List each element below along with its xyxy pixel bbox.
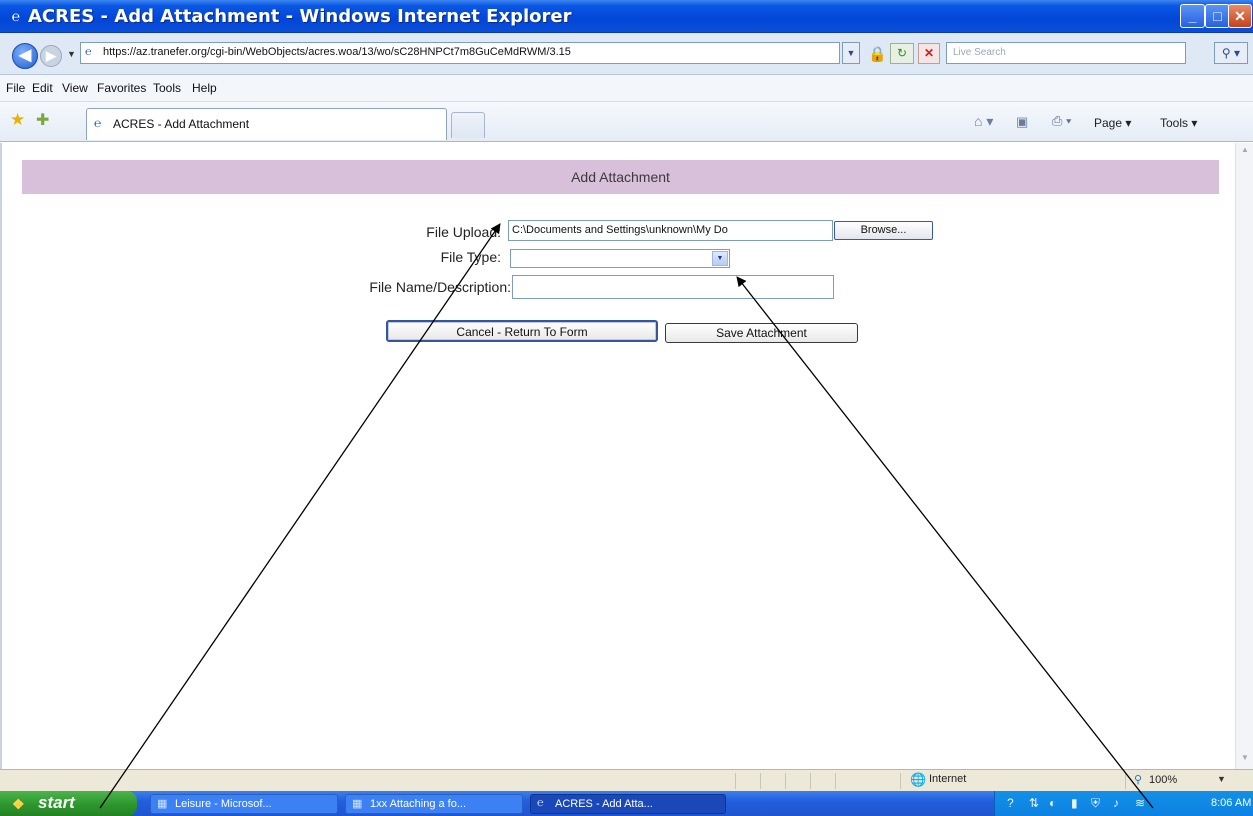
system-tray: ? ⇅ ◐ ▮ ⛨ ♪ ≋ 8:06 AM bbox=[994, 791, 1253, 816]
word-doc-icon: ▦ bbox=[352, 798, 363, 810]
taskbar-item-leisure[interactable]: ▦ Leisure - Microsof... bbox=[150, 794, 338, 814]
ie-icon: ℮ bbox=[537, 797, 544, 809]
chevron-down-icon[interactable]: ▼ bbox=[712, 251, 728, 266]
ie-icon: ℮ bbox=[94, 116, 102, 130]
scroll-up-icon[interactable]: ▲ bbox=[1238, 145, 1252, 159]
address-input[interactable]: ℮ https://az.tranefer.org/cgi-bin/WebObj… bbox=[80, 42, 840, 64]
word-doc-icon: ▦ bbox=[157, 798, 168, 810]
zoom-dropdown-icon[interactable]: ▼ bbox=[1217, 774, 1226, 784]
browse-button[interactable]: Browse... bbox=[834, 221, 933, 240]
file-upload-input[interactable]: C:\Documents and Settings\unknown\My Do bbox=[508, 220, 833, 241]
windows-logo-icon: ❖ bbox=[12, 796, 25, 812]
menu-tools[interactable]: Tools bbox=[153, 81, 181, 95]
maximize-button[interactable]: □ bbox=[1205, 4, 1230, 28]
save-attachment-button[interactable]: Save Attachment bbox=[665, 323, 858, 343]
volume-icon[interactable]: ♪ bbox=[1113, 796, 1119, 810]
star-icon[interactable]: ★ bbox=[10, 110, 25, 130]
taskbar-item-label: Leisure - Microsof... bbox=[175, 798, 272, 810]
taskbar-item-label: 1xx Attaching a fo... bbox=[370, 798, 467, 810]
title-bar: ℮ ACRES - Add Attachment - Windows Inter… bbox=[0, 0, 1253, 33]
start-label: start bbox=[38, 793, 75, 812]
taskbar-item-attaching[interactable]: ▦ 1xx Attaching a fo... bbox=[345, 794, 523, 814]
status-divider bbox=[1125, 773, 1126, 789]
wireless-icon[interactable]: ≋ bbox=[1135, 796, 1145, 810]
status-divider bbox=[760, 773, 761, 789]
add-favorite-icon[interactable]: ✚ bbox=[36, 110, 49, 130]
tab-label: ACRES - Add Attachment bbox=[113, 117, 250, 131]
help-icon[interactable]: ? bbox=[1007, 796, 1014, 810]
address-toolbar: ◀ ▶ ▼ ℮ https://az.tranefer.org/cgi-bin/… bbox=[0, 33, 1253, 75]
page-title: Add Attachment bbox=[22, 160, 1219, 194]
cancel-return-button[interactable]: Cancel - Return To Form bbox=[386, 320, 658, 342]
update-icon[interactable]: ◐ bbox=[1049, 796, 1056, 810]
file-upload-label: File Upload: bbox=[426, 224, 501, 240]
lock-icon[interactable]: 🔒 bbox=[868, 45, 887, 63]
scroll-down-icon[interactable]: ▼ bbox=[1238, 753, 1252, 767]
status-divider bbox=[785, 773, 786, 789]
command-bar: ★ ✚ ℮ ACRES - Add Attachment ⌂ ▾ ▣ ⎙ ▾ P… bbox=[0, 102, 1253, 142]
feeds-icon[interactable]: ▣ bbox=[1016, 114, 1028, 130]
history-dropdown-icon[interactable]: ▼ bbox=[67, 49, 76, 59]
search-icon[interactable]: ⚲ ▾ bbox=[1214, 42, 1248, 64]
menu-edit[interactable]: Edit bbox=[32, 81, 53, 95]
network-icon[interactable]: ⇅ bbox=[1029, 796, 1039, 810]
start-button[interactable]: ❖ start bbox=[0, 791, 137, 816]
close-button[interactable]: ✕ bbox=[1228, 4, 1252, 28]
menu-file[interactable]: File bbox=[6, 81, 25, 95]
address-text: https://az.tranefer.org/cgi-bin/WebObjec… bbox=[103, 46, 571, 58]
security-zone: Internet bbox=[929, 773, 967, 785]
print-icon[interactable]: ⎙ ▾ bbox=[1052, 113, 1071, 129]
menu-help[interactable]: Help bbox=[192, 81, 217, 95]
tools-menu[interactable]: Tools ▾ bbox=[1160, 116, 1197, 130]
home-icon[interactable]: ⌂ ▾ bbox=[974, 113, 993, 130]
menu-bar: File Edit View Favorites Tools Help bbox=[0, 75, 1253, 102]
clock: 8:06 AM bbox=[1211, 797, 1252, 809]
back-icon[interactable]: ◀ bbox=[12, 43, 38, 69]
status-divider bbox=[835, 773, 836, 789]
signal-icon[interactable]: ▮ bbox=[1071, 796, 1078, 810]
file-name-description-input[interactable] bbox=[512, 275, 834, 299]
taskbar-item-label: ACRES - Add Atta... bbox=[555, 798, 653, 810]
file-type-label: File Type: bbox=[440, 249, 501, 265]
forward-icon[interactable]: ▶ bbox=[40, 45, 62, 67]
search-input[interactable]: Live Search bbox=[946, 42, 1186, 64]
status-divider bbox=[735, 773, 736, 789]
status-bar: 🌐 Internet ⚲ 100% ▼ bbox=[0, 769, 1253, 791]
security-icon[interactable]: ⛨ bbox=[1091, 796, 1100, 811]
refresh-icon[interactable]: ↻ bbox=[890, 43, 914, 64]
taskbar: ❖ start ▦ Leisure - Microsof... ▦ 1xx At… bbox=[0, 791, 1253, 816]
page-content: Add Attachment File Upload: C:\Documents… bbox=[0, 143, 1235, 769]
new-tab-button[interactable] bbox=[451, 112, 485, 138]
menu-favorites[interactable]: Favorites bbox=[97, 81, 146, 95]
minimize-button[interactable]: _ bbox=[1180, 4, 1205, 28]
status-divider bbox=[810, 773, 811, 789]
status-divider bbox=[900, 773, 901, 789]
file-type-select[interactable]: ▼ bbox=[510, 249, 730, 268]
zoom-icon[interactable]: ⚲ bbox=[1134, 773, 1142, 786]
page-icon: ℮ bbox=[85, 46, 92, 58]
window-title: ACRES - Add Attachment - Windows Interne… bbox=[28, 6, 572, 27]
taskbar-item-acres[interactable]: ℮ ACRES - Add Atta... bbox=[530, 794, 726, 814]
tab-acres-add-attachment[interactable]: ℮ ACRES - Add Attachment bbox=[86, 108, 447, 140]
stop-icon[interactable]: ✕ bbox=[918, 43, 940, 64]
vertical-scrollbar[interactable]: ▲ ▼ bbox=[1235, 143, 1253, 769]
menu-view[interactable]: View bbox=[62, 81, 88, 95]
globe-icon: 🌐 bbox=[910, 772, 927, 787]
ie-icon: ℮ bbox=[11, 8, 21, 24]
file-name-label: File Name/Description: bbox=[369, 279, 511, 295]
zoom-level[interactable]: 100% bbox=[1149, 774, 1177, 786]
page-menu[interactable]: Page ▾ bbox=[1094, 116, 1131, 130]
address-dropdown-icon[interactable]: ▼ bbox=[842, 42, 860, 64]
